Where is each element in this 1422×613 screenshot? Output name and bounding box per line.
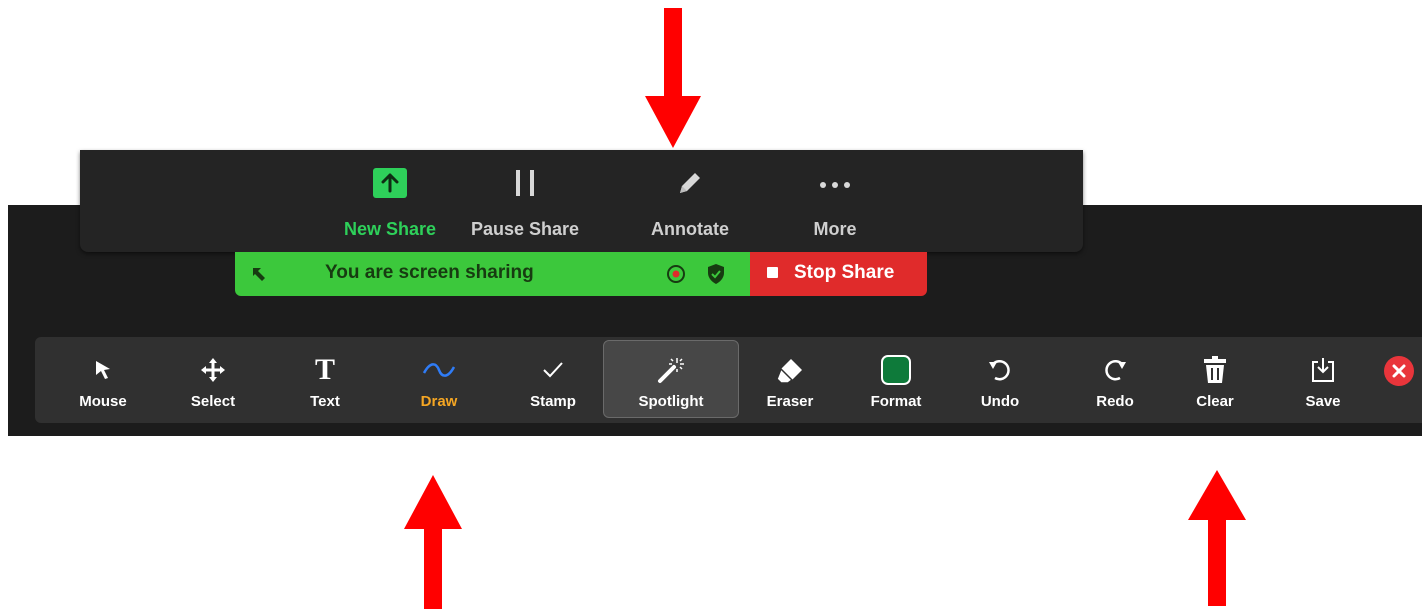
redo-icon	[1101, 351, 1129, 389]
format-tool[interactable]: Format	[859, 337, 933, 423]
save-label: Save	[1305, 393, 1341, 410]
record-icon[interactable]	[666, 264, 686, 284]
format-label: Format	[870, 393, 922, 410]
close-icon	[1392, 364, 1406, 378]
sharing-message: You are screen sharing	[325, 262, 534, 283]
clear-label: Clear	[1196, 393, 1234, 410]
download-icon	[1310, 351, 1336, 389]
undo-label: Undo	[980, 393, 1020, 410]
annotate-button[interactable]: Annotate	[620, 150, 760, 252]
undo-icon	[986, 351, 1014, 389]
eraser-tool[interactable]: Eraser	[755, 337, 825, 423]
draw-label: Draw	[420, 393, 458, 410]
share-toolbar: New Share Pause Share Annotate More	[80, 150, 1083, 252]
new-share-button[interactable]: New Share	[320, 150, 460, 252]
text-icon: T	[314, 353, 335, 386]
pause-icon	[510, 167, 540, 199]
close-annotation-button[interactable]	[1384, 356, 1414, 386]
ellipsis-icon	[815, 167, 855, 199]
select-label: Select	[190, 393, 236, 410]
stop-share-button[interactable]: Stop Share	[750, 252, 927, 296]
pencil-icon	[674, 167, 706, 199]
clear-tool[interactable]: Clear	[1185, 337, 1245, 423]
text-label: Text	[310, 393, 340, 410]
pause-share-label: Pause Share	[470, 219, 580, 239]
wand-icon	[656, 351, 686, 389]
mouse-tool[interactable]: Mouse	[71, 337, 135, 423]
up-arrow-icon	[372, 167, 408, 199]
trash-icon	[1202, 351, 1228, 389]
stamp-tool[interactable]: Stamp	[520, 337, 586, 423]
stop-icon	[767, 267, 778, 278]
save-tool[interactable]: Save	[1293, 337, 1353, 423]
arrow-pointing-annotate	[645, 8, 701, 148]
select-tool[interactable]: Select	[181, 337, 245, 423]
stop-share-label: Stop Share	[794, 262, 895, 283]
annotate-label: Annotate	[651, 219, 729, 239]
stamp-label: Stamp	[530, 393, 576, 410]
wave-icon	[422, 351, 456, 389]
spotlight-tool[interactable]: Spotlight	[603, 340, 739, 418]
redo-tool[interactable]: Redo	[1085, 337, 1145, 423]
new-share-label: New Share	[343, 219, 437, 239]
shield-icon	[708, 264, 724, 284]
back-arrow-icon[interactable]	[249, 264, 269, 284]
screen-sharing-status: You are screen sharing	[235, 252, 750, 296]
cursor-icon	[91, 351, 115, 389]
checkmark-icon	[541, 351, 565, 389]
move-icon	[199, 351, 227, 389]
pause-share-button[interactable]: Pause Share	[455, 150, 595, 252]
spotlight-label: Spotlight	[638, 393, 704, 410]
undo-tool[interactable]: Undo	[970, 337, 1030, 423]
color-swatch-icon	[881, 351, 911, 389]
eraser-label: Eraser	[766, 393, 814, 410]
redo-label: Redo	[1096, 393, 1134, 410]
draw-tool[interactable]: Draw	[407, 337, 471, 423]
mouse-label: Mouse	[79, 393, 127, 410]
annotation-toolbar: Mouse Select T Text Draw Stamp Spotlight…	[35, 337, 1422, 423]
arrow-pointing-draw	[404, 475, 462, 609]
more-button[interactable]: More	[765, 150, 905, 252]
eraser-icon	[775, 351, 805, 389]
arrow-pointing-clear	[1188, 470, 1246, 606]
more-label: More	[813, 219, 857, 239]
text-tool[interactable]: T Text	[295, 337, 355, 423]
